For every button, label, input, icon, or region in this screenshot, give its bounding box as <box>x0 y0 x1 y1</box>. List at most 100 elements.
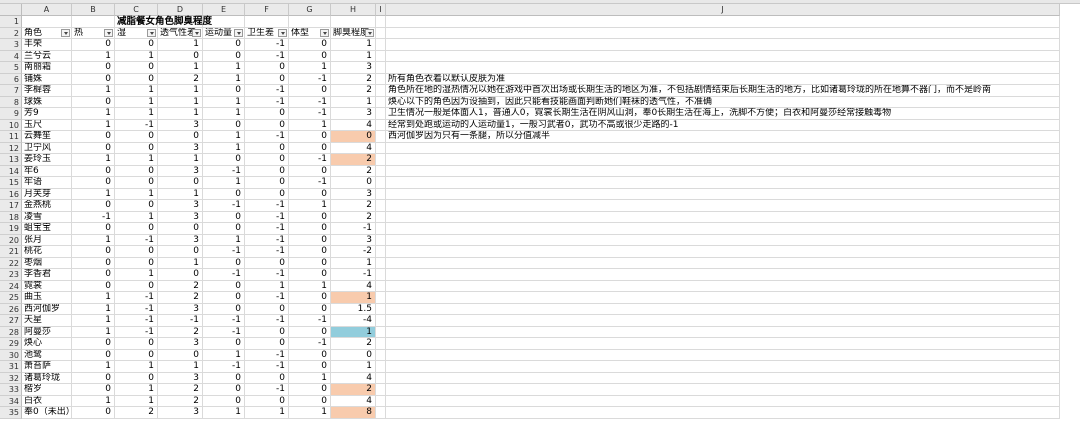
value-cell[interactable]: 1 <box>158 85 203 97</box>
column-header-e[interactable]: E <box>203 4 245 16</box>
row-header-26[interactable]: 26 <box>0 303 22 315</box>
value-cell[interactable]: 0 <box>72 39 115 51</box>
row-header-9[interactable]: 9 <box>0 108 22 120</box>
value-cell[interactable]: -1 <box>115 303 158 315</box>
column-header-b[interactable]: B <box>72 4 115 16</box>
value-cell[interactable]: 2 <box>158 280 203 292</box>
empty-cell[interactable] <box>376 73 386 85</box>
character-name-cell[interactable]: 玉尺 <box>22 119 72 131</box>
value-cell[interactable]: -1 <box>115 234 158 246</box>
value-cell[interactable]: -1 <box>203 315 245 327</box>
value-cell[interactable]: -1 <box>203 246 245 258</box>
empty-cell[interactable] <box>386 50 1060 62</box>
value-cell[interactable]: 1 <box>158 188 203 200</box>
value-cell[interactable]: 1 <box>115 188 158 200</box>
value-cell[interactable]: 0 <box>115 62 158 74</box>
value-cell[interactable]: -1 <box>203 326 245 338</box>
value-cell[interactable]: 0 <box>72 349 115 361</box>
empty-cell[interactable] <box>376 211 386 223</box>
value-cell[interactable]: -1 <box>289 96 331 108</box>
value-cell[interactable]: 0 <box>245 142 289 154</box>
character-name-cell[interactable]: 蛆宝宝 <box>22 223 72 235</box>
value-cell[interactable]: -1 <box>203 361 245 373</box>
odor-score-cell[interactable]: 1 <box>331 39 376 51</box>
row-header-30[interactable]: 30 <box>0 349 22 361</box>
character-name-cell[interactable]: 奉0（未出） <box>22 407 72 419</box>
row-header-2[interactable]: 2 <box>0 27 22 39</box>
value-cell[interactable]: 0 <box>245 73 289 85</box>
row-header-33[interactable]: 33 <box>0 384 22 396</box>
value-cell[interactable]: 1 <box>72 315 115 327</box>
empty-cell[interactable] <box>386 16 1060 28</box>
value-cell[interactable]: 0 <box>72 257 115 269</box>
value-cell[interactable]: 0 <box>203 372 245 384</box>
value-cell[interactable]: 1 <box>158 62 203 74</box>
value-cell[interactable]: -1 <box>203 200 245 212</box>
empty-cell[interactable] <box>386 303 1060 315</box>
filter-dropdown-icon[interactable] <box>61 28 70 37</box>
empty-cell[interactable] <box>386 372 1060 384</box>
empty-cell[interactable] <box>386 200 1060 212</box>
value-cell[interactable]: 0 <box>72 62 115 74</box>
empty-cell[interactable] <box>376 407 386 419</box>
empty-cell[interactable] <box>376 338 386 350</box>
value-cell[interactable]: 0 <box>245 303 289 315</box>
note-cell[interactable]: 所有角色衣着以默认皮肤为准 <box>386 73 1060 85</box>
odor-score-cell[interactable]: 1 <box>331 257 376 269</box>
odor-score-cell[interactable]: 2 <box>331 211 376 223</box>
value-cell[interactable]: 0 <box>115 338 158 350</box>
character-name-cell[interactable]: 西河伽罗 <box>22 303 72 315</box>
value-cell[interactable]: -1 <box>245 211 289 223</box>
value-cell[interactable]: -1 <box>289 338 331 350</box>
row-header-28[interactable]: 28 <box>0 326 22 338</box>
filter-dropdown-icon[interactable] <box>192 28 201 37</box>
empty-cell[interactable] <box>376 292 386 304</box>
odor-score-cell[interactable]: -2 <box>331 246 376 258</box>
odor-score-cell[interactable]: 3 <box>331 188 376 200</box>
value-cell[interactable]: -1 <box>289 73 331 85</box>
value-cell[interactable]: -1 <box>245 85 289 97</box>
empty-cell[interactable] <box>386 292 1060 304</box>
row-header-4[interactable]: 4 <box>0 50 22 62</box>
value-cell[interactable]: 0 <box>115 165 158 177</box>
value-cell[interactable]: 1 <box>115 361 158 373</box>
value-cell[interactable]: 0 <box>289 292 331 304</box>
header-cell[interactable]: 卫生差 <box>245 27 289 39</box>
row-header-15[interactable]: 15 <box>0 177 22 189</box>
column-header-h[interactable]: H <box>331 4 376 16</box>
row-header-29[interactable]: 29 <box>0 338 22 350</box>
empty-cell[interactable] <box>386 211 1060 223</box>
value-cell[interactable]: 0 <box>115 131 158 143</box>
value-cell[interactable]: -1 <box>245 50 289 62</box>
odor-score-cell[interactable]: 2 <box>331 338 376 350</box>
value-cell[interactable]: 2 <box>158 395 203 407</box>
empty-cell[interactable] <box>376 280 386 292</box>
header-cell[interactable]: 热 <box>72 27 115 39</box>
value-cell[interactable]: 0 <box>115 246 158 258</box>
value-cell[interactable]: 0 <box>289 188 331 200</box>
empty-cell[interactable] <box>386 361 1060 373</box>
value-cell[interactable]: 1 <box>203 407 245 419</box>
value-cell[interactable]: 1 <box>72 292 115 304</box>
empty-cell[interactable] <box>376 27 386 39</box>
value-cell[interactable]: 0 <box>72 280 115 292</box>
value-cell[interactable]: -1 <box>115 119 158 131</box>
value-cell[interactable]: 0 <box>203 395 245 407</box>
sheet-title[interactable]: 减脂餐女角色脚臭程度 <box>115 16 212 28</box>
value-cell[interactable]: 1 <box>203 131 245 143</box>
value-cell[interactable]: 0 <box>203 39 245 51</box>
value-cell[interactable]: 0 <box>158 177 203 189</box>
value-cell[interactable]: -1 <box>245 361 289 373</box>
value-cell[interactable]: 3 <box>158 119 203 131</box>
odor-score-cell[interactable]: 2 <box>331 73 376 85</box>
value-cell[interactable]: 1 <box>203 96 245 108</box>
value-cell[interactable]: 1 <box>289 200 331 212</box>
filter-dropdown-icon[interactable] <box>278 28 287 37</box>
empty-cell[interactable] <box>376 131 386 143</box>
row-header-5[interactable]: 5 <box>0 62 22 74</box>
value-cell[interactable]: -1 <box>245 131 289 143</box>
value-cell[interactable]: 1 <box>72 119 115 131</box>
value-cell[interactable]: -1 <box>245 246 289 258</box>
odor-score-cell[interactable]: 4 <box>331 395 376 407</box>
value-cell[interactable]: 0 <box>158 246 203 258</box>
